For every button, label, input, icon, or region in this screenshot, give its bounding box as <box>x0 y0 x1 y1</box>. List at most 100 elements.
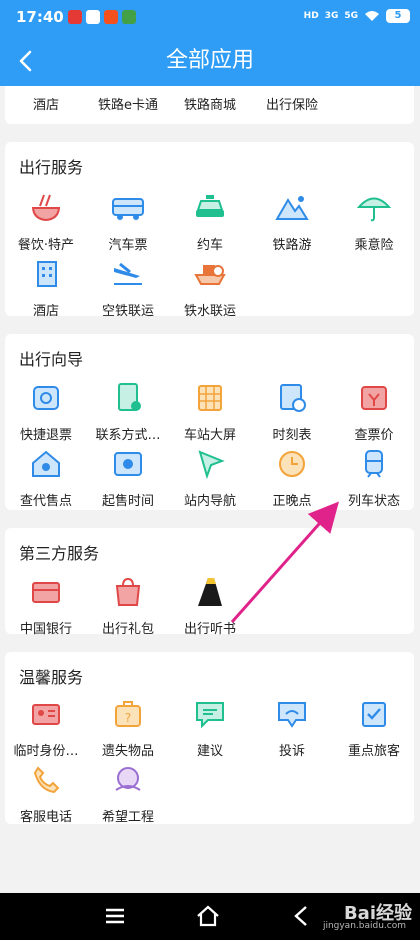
app-item-label: 遗失物品 <box>101 744 154 759</box>
network-hd-label: HD <box>303 11 319 21</box>
complaint-bubble-icon <box>278 702 306 728</box>
back-nav-icon[interactable] <box>286 901 316 931</box>
app-item-label: 汽车票 <box>108 238 148 253</box>
app-item-boc[interactable]: 中国银行 <box>5 576 87 637</box>
ticket-refund-icon <box>33 386 59 410</box>
app-item-agency[interactable]: 查代售点 <box>5 448 87 509</box>
hope-project-icon <box>115 767 141 791</box>
app-item-label: 建议 <box>196 744 223 759</box>
app-item-lost-found[interactable]: ? 遗失物品 <box>87 698 169 759</box>
app-item-accident-insurance[interactable]: 乘意险 <box>333 192 415 253</box>
app-item-label: 正晚点 <box>272 494 312 509</box>
app-item-audiobook[interactable]: 出行听书 <box>169 576 251 637</box>
calendar-grid-icon <box>198 385 222 411</box>
watermark-url: jingyan.baidu.com <box>322 921 406 931</box>
app-item-complaint[interactable]: 投诉 <box>251 698 333 759</box>
phone-check-icon <box>118 383 141 411</box>
train-icon <box>365 450 383 478</box>
app-item-rail-tour[interactable]: 铁路游 <box>251 192 333 253</box>
section-title: 温馨服务 <box>19 668 84 687</box>
app-item-rail-mall[interactable]: 铁路商城 <box>169 94 251 113</box>
more-services-card: 酒店 铁路e卡通 铁路商城 出行保险 <box>5 86 414 124</box>
mountain-icon <box>275 196 309 220</box>
bus-icon <box>112 198 144 220</box>
third-party-card: 第三方服务 中国银行 出行礼包 出行听书 <box>5 528 414 637</box>
chevron-left-icon[interactable] <box>12 47 40 75</box>
app-item-suggestion[interactable]: 建议 <box>169 698 251 759</box>
app-item-food[interactable]: 餐饮·特产 <box>5 192 87 253</box>
sim-notification-icon <box>86 10 100 24</box>
page-title: 全部应用 <box>165 48 254 73</box>
checklist-icon <box>362 702 386 727</box>
app-item-hotel[interactable]: 酒店 <box>5 258 87 319</box>
app-item-quick-refund[interactable]: 快捷退票 <box>5 382 87 443</box>
section-title: 第三方服务 <box>19 544 100 563</box>
app-item-ride[interactable]: 约车 <box>169 192 251 253</box>
app-item-bus-ticket[interactable]: 汽车票 <box>87 192 169 253</box>
app-item-label: 时刻表 <box>272 428 312 443</box>
app-item-label: 铁路e卡通 <box>98 98 158 113</box>
travel-guide-card: 出行向导 快捷退票 联系方式… 车站大屏 时刻表 查票价 查代售点 起售时间 站… <box>5 334 414 510</box>
app-item-rail-ecard[interactable]: 铁路e卡通 <box>87 94 169 113</box>
app-item-service-phone[interactable]: 客服电话 <box>5 764 87 825</box>
wifi-icon <box>365 11 379 21</box>
app-item-label: 起售时间 <box>101 494 154 509</box>
app-item-label: 铁路游 <box>272 238 312 253</box>
app-item-station-screen[interactable]: 车站大屏 <box>169 382 251 443</box>
app-header: 全部应用 <box>0 36 420 86</box>
umbrella-icon <box>356 197 392 222</box>
app-item-train-status[interactable]: 列车状态 <box>333 448 415 509</box>
car-icon <box>196 195 224 217</box>
status-bar: 17:40 HD 3G 5G 5 <box>0 0 420 36</box>
app-notification-icon <box>104 10 118 24</box>
app-notification-icon <box>68 10 82 24</box>
app-item-priority-passenger[interactable]: 重点旅客 <box>333 698 415 759</box>
svg-text:?: ? <box>125 711 131 725</box>
warm-services-card: 温馨服务 临时身份… ? 遗失物品 建议 投诉 重点旅客 客服电话 希望工程 <box>5 652 415 825</box>
chat-bubble-icon <box>196 702 224 729</box>
app-item-label: 出行保险 <box>265 98 318 113</box>
price-ticket-icon <box>361 386 387 410</box>
battery-icon: 5 <box>386 9 410 23</box>
menu-icon[interactable] <box>100 901 130 931</box>
app-item-contact[interactable]: 联系方式… <box>87 382 169 443</box>
home-icon[interactable] <box>193 901 223 931</box>
gift-bag-icon <box>115 577 141 606</box>
section-title: 出行服务 <box>19 158 84 177</box>
status-indicators: HD 3G 5G 5 <box>304 9 410 23</box>
phone-icon <box>33 766 60 794</box>
app-item-fare[interactable]: 查票价 <box>333 382 415 443</box>
app-item-label: 出行礼包 <box>101 622 154 637</box>
app-item-label: 重点旅客 <box>347 744 400 759</box>
ticket-clock-icon <box>114 452 142 476</box>
building-icon <box>37 261 57 287</box>
app-item-timetable[interactable]: 时刻表 <box>251 382 333 443</box>
app-item-punctuality[interactable]: 正晚点 <box>251 448 333 509</box>
app-item-station-nav[interactable]: 站内导航 <box>169 448 251 509</box>
app-item-gift[interactable]: 出行礼包 <box>87 576 169 637</box>
navigation-arrow-icon <box>198 450 225 480</box>
app-item-label: 投诉 <box>278 744 305 759</box>
app-notification-icon <box>122 10 136 24</box>
app-item-label: 乘意险 <box>354 238 394 253</box>
app-item-temp-id[interactable]: 临时身份… <box>5 698 87 759</box>
app-item-hotel-top[interactable]: 酒店 <box>5 94 87 113</box>
app-item-air-rail[interactable]: 空铁联运 <box>87 258 169 319</box>
app-item-label: 车站大屏 <box>183 428 236 443</box>
app-item-label: 空铁联运 <box>101 304 154 319</box>
timetable-icon <box>280 384 306 412</box>
app-item-label: 查票价 <box>354 428 394 443</box>
app-item-travel-insurance[interactable]: 出行保险 <box>251 94 333 113</box>
app-item-label: 约车 <box>196 238 223 253</box>
app-item-label: 希望工程 <box>101 810 154 825</box>
app-item-label: 酒店 <box>32 304 59 319</box>
app-item-label: 餐饮·特产 <box>17 238 75 253</box>
app-item-rail-water[interactable]: 铁水联运 <box>169 258 251 319</box>
status-time: 17:40 <box>16 8 64 26</box>
app-item-label: 出行听书 <box>183 622 236 637</box>
section-title: 出行向导 <box>19 350 84 369</box>
app-item-label: 酒店 <box>32 98 59 113</box>
app-item-hope-project[interactable]: 希望工程 <box>87 764 169 825</box>
app-item-sale-time[interactable]: 起售时间 <box>87 448 169 509</box>
app-item-label: 铁路商城 <box>183 98 236 113</box>
